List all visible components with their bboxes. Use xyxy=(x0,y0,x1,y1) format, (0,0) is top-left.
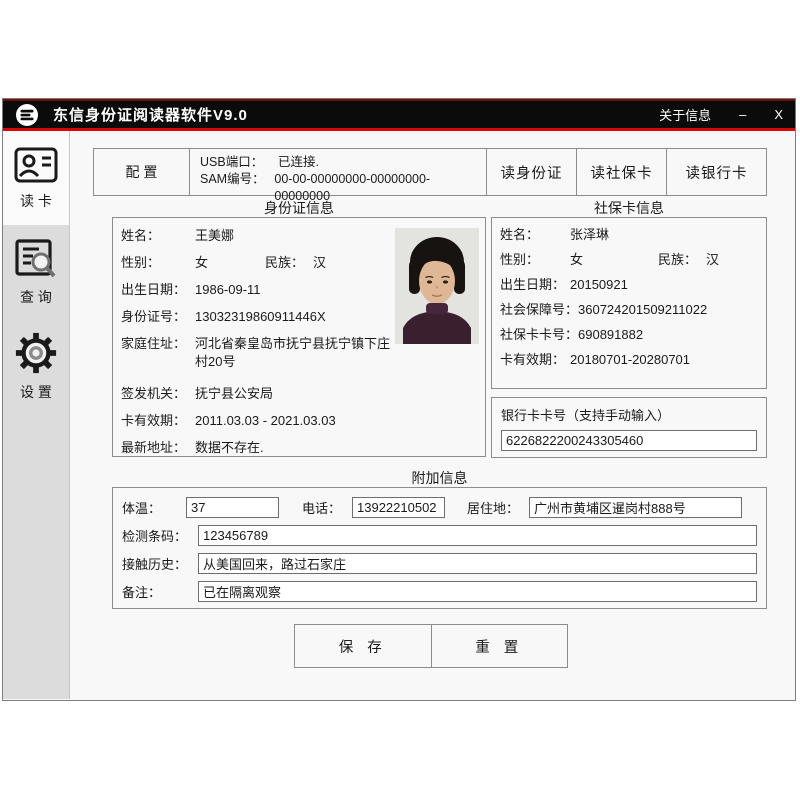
additional-section-title: 附加信息 xyxy=(112,468,767,486)
app-logo-icon xyxy=(15,103,39,127)
sidebar-item-label: 读 卡 xyxy=(20,191,52,211)
remark-input[interactable] xyxy=(198,581,757,602)
config-button[interactable]: 配 置 xyxy=(94,149,190,195)
id-number-value: 13032319860911446X xyxy=(195,308,326,326)
contact-history-label: 接触历史： xyxy=(122,554,198,573)
id-photo xyxy=(395,228,479,344)
soc-cardnum-value: 690891882 xyxy=(578,326,643,344)
barcode-label: 检测条码： xyxy=(122,526,198,545)
contact-history-input[interactable] xyxy=(198,553,757,574)
id-birth-value: 1986-09-11 xyxy=(195,281,261,299)
soc-birth-value: 20150921 xyxy=(570,276,628,294)
social-card-panel: 姓名： 张泽琳 性别： 女 民族： 汉 出生日期： 20150921 社会保障号… xyxy=(491,217,767,389)
soc-cardnum-label: 社保卡卡号： xyxy=(500,326,578,344)
soc-name-label: 姓名： xyxy=(500,226,570,244)
reset-button[interactable]: 重 置 xyxy=(432,625,568,667)
id-validity-value: 2011.03.03 - 2021.03.03 xyxy=(195,412,336,430)
sidebar-item-label: 设 置 xyxy=(20,382,52,402)
soc-gender-value: 女 xyxy=(570,251,658,269)
phone-label: 电话： xyxy=(302,498,352,517)
id-card-icon xyxy=(13,146,59,184)
sidebar-item-query[interactable]: 查 询 xyxy=(3,225,69,319)
soc-ssn-value: 360724201509211022 xyxy=(578,301,707,319)
additional-info-panel: 体温： 电话： 居住地： 检测条码： 接触历史： 备注： xyxy=(112,487,767,609)
soc-name-value: 张泽琳 xyxy=(570,226,609,244)
sidebar: 读 卡 查 询 xyxy=(3,131,70,699)
temperature-label: 体温： xyxy=(122,498,186,517)
read-social-card-button[interactable]: 读社保卡 xyxy=(576,149,666,195)
about-button[interactable]: 关于信息 xyxy=(659,105,711,124)
action-buttons: 保 存 重 置 xyxy=(294,624,568,668)
residence-input[interactable] xyxy=(529,497,742,518)
soc-birth-label: 出生日期： xyxy=(500,276,570,294)
soc-gender-label: 性别： xyxy=(500,251,570,269)
id-name-label: 姓名： xyxy=(121,227,195,245)
id-number-label: 身份证号： xyxy=(121,308,195,326)
social-card-section-title: 社保卡信息 xyxy=(491,198,767,216)
id-card-panel: 姓名： 王美娜 性别： 女 民族： 汉 出生日期： 1986-09-11 身份证… xyxy=(112,217,486,457)
id-name-value: 王美娜 xyxy=(195,227,234,245)
id-gender-label: 性别： xyxy=(121,254,195,272)
id-address-value: 河北省秦皇岛市抚宁县抚宁镇下庄村20号 xyxy=(195,335,400,371)
titlebar: 东信身份证阅读器软件V9.0 关于信息 – X xyxy=(3,99,795,131)
id-issuer-label: 签发机关： xyxy=(121,385,195,403)
close-button[interactable]: X xyxy=(774,107,783,122)
soc-ssn-label: 社会保障号： xyxy=(500,301,578,319)
connection-info: USB端口： 已连接. SAM编号： 00-00-00000000-000000… xyxy=(190,149,486,195)
barcode-input[interactable] xyxy=(198,525,757,546)
id-latest-address-label: 最新地址： xyxy=(121,439,195,457)
phone-input[interactable] xyxy=(352,497,445,518)
read-id-card-button[interactable]: 读身份证 xyxy=(486,149,576,195)
id-birth-label: 出生日期： xyxy=(121,281,195,299)
gear-icon xyxy=(13,331,59,375)
id-issuer-value: 抚宁县公安局 xyxy=(195,385,273,403)
id-validity-label: 卡有效期： xyxy=(121,412,195,430)
content-area: 配 置 USB端口： 已连接. SAM编号： 00-00-00000000-00… xyxy=(70,131,795,699)
sidebar-item-read-card[interactable]: 读 卡 xyxy=(3,131,69,225)
id-ethnic-value: 汉 xyxy=(313,254,326,272)
temperature-input[interactable] xyxy=(186,497,279,518)
remark-label: 备注： xyxy=(122,582,198,601)
sidebar-item-settings[interactable]: 设 置 xyxy=(3,319,69,413)
id-card-section-title: 身份证信息 xyxy=(112,198,486,216)
usb-port-label: USB端口： xyxy=(200,154,278,171)
soc-validity-label: 卡有效期： xyxy=(500,351,570,369)
bank-card-panel: 银行卡卡号（支持手动输入） xyxy=(491,397,767,458)
soc-ethnic-value: 汉 xyxy=(706,251,719,269)
minimize-button[interactable]: – xyxy=(739,107,746,122)
bank-card-number-input[interactable] xyxy=(501,430,757,451)
bank-card-label: 银行卡卡号（支持手动输入） xyxy=(501,405,757,424)
id-address-label: 家庭住址： xyxy=(121,335,195,371)
residence-label: 居住地： xyxy=(467,498,529,517)
soc-validity-value: 20180701-20280701 xyxy=(570,351,690,369)
search-doc-icon xyxy=(13,238,59,280)
toolbar: 配 置 USB端口： 已连接. SAM编号： 00-00-00000000-00… xyxy=(93,148,767,196)
save-button[interactable]: 保 存 xyxy=(295,625,432,667)
soc-ethnic-label: 民族： xyxy=(658,251,706,269)
id-ethnic-label: 民族： xyxy=(265,254,313,272)
window-title: 东信身份证阅读器软件V9.0 xyxy=(53,104,248,125)
read-bank-card-button[interactable]: 读银行卡 xyxy=(666,149,766,195)
id-latest-address-value: 数据不存在. xyxy=(195,439,264,457)
id-gender-value: 女 xyxy=(195,254,265,272)
sidebar-item-label: 查 询 xyxy=(20,287,52,307)
usb-port-status: 已连接. xyxy=(278,154,319,171)
app-window: 东信身份证阅读器软件V9.0 关于信息 – X 读 卡 xyxy=(2,98,796,701)
